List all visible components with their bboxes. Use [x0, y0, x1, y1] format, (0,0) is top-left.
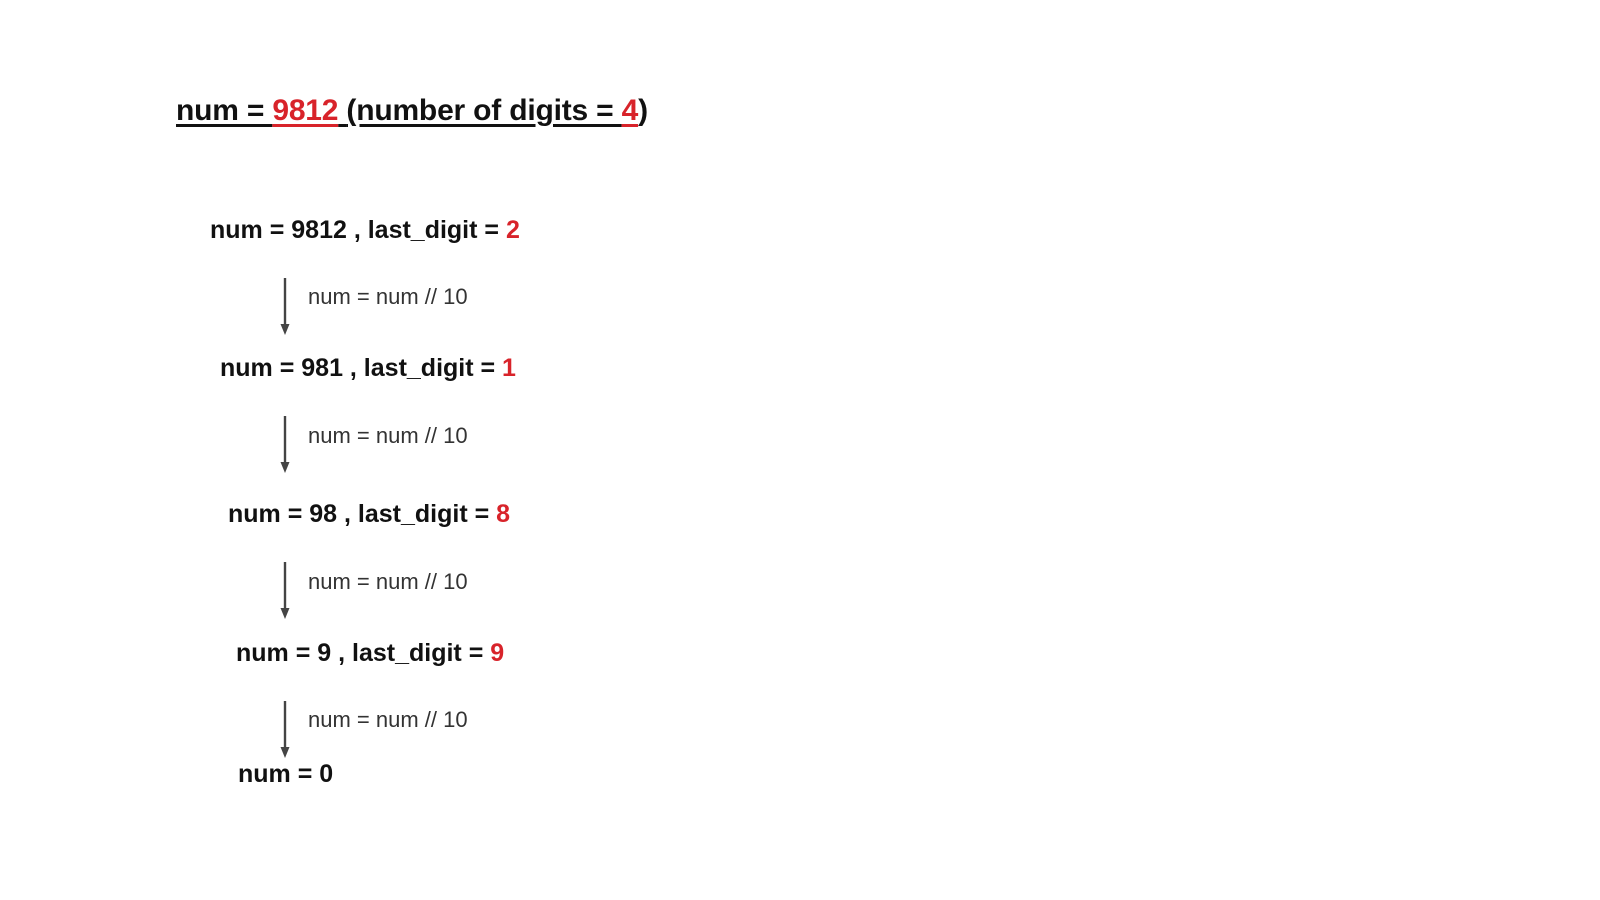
left-heading-digits: 4: [621, 94, 639, 127]
left-step-3-text: num = 98 , last_digit =: [228, 500, 497, 528]
left-arrow-label-2: num = num // 10: [308, 423, 468, 448]
left-step-2-text: num = 981 , last_digit =: [220, 354, 503, 382]
left-heading-mid: (number of digits =: [346, 94, 622, 127]
left-heading: num = 9812 (number of digits = 4): [176, 94, 648, 128]
left-arrow-label-4: num = num // 10: [308, 707, 468, 732]
left-arrow-label-1: num = num // 10: [308, 284, 468, 309]
left-step-3: num = 98 , last_digit = 8: [228, 500, 510, 529]
left-step-4: num = 9 , last_digit = 9: [236, 639, 504, 668]
left-heading-suffix: ): [638, 94, 648, 127]
left-step-1: num = 9812 , last_digit = 2: [210, 216, 520, 245]
left-heading-number: 9812: [272, 94, 339, 127]
diagram-canvas: num = 9812 (number of digits = 4) num = …: [0, 0, 1600, 900]
left-heading-prefix: num =: [176, 94, 273, 127]
left-arrow-1: [280, 278, 290, 335]
left-step-4-digit: 9: [490, 639, 505, 667]
left-step-2: num = 981 , last_digit = 1: [220, 354, 516, 383]
left-step-3-digit: 8: [496, 500, 511, 528]
left-step-1-digit: 2: [505, 216, 520, 244]
left-step-4-text: num = 9 , last_digit =: [236, 639, 491, 667]
left-step-1-text: num = 9812 , last_digit =: [210, 216, 506, 244]
left-arrow-label-3: num = num // 10: [308, 569, 468, 594]
left-step-2-digit: 1: [502, 354, 516, 382]
left-arrow-3: [280, 562, 290, 619]
left-final-step: num = 0: [238, 760, 334, 788]
left-arrow-4: [280, 701, 290, 758]
left-arrow-2: [280, 416, 290, 473]
